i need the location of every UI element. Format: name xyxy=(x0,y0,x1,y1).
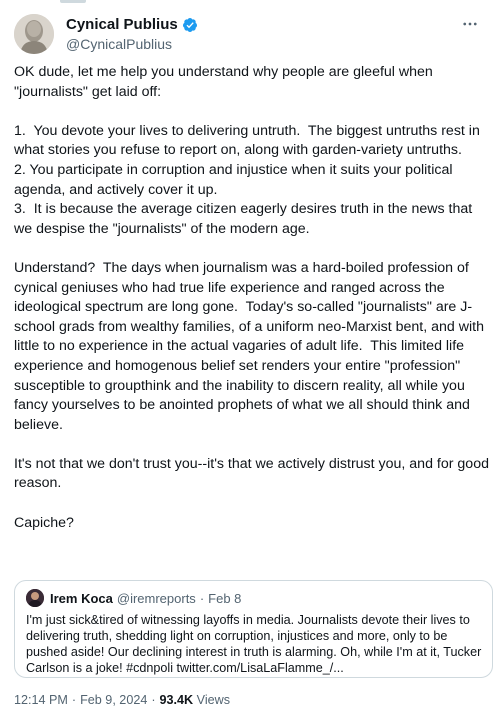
quoted-author-name[interactable]: Irem Koca xyxy=(50,590,113,607)
views-label: Views xyxy=(196,693,231,707)
meta-separator: · xyxy=(151,693,156,707)
tweet-paragraph: OK dude, let me help you understand why … xyxy=(14,64,437,100)
tweet-paragraph: 3. It is because the average citizen eag… xyxy=(14,201,477,237)
top-edge-mark xyxy=(60,0,86,3)
tweet-date[interactable]: Feb 9, 2024 xyxy=(80,693,147,707)
tweet-paragraph: It's not that we don't trust you--it's t… xyxy=(14,455,493,492)
top-edge xyxy=(0,0,499,6)
more-horizontal-icon[interactable] xyxy=(459,14,481,34)
tweet-time[interactable]: 12:14 PM xyxy=(14,693,68,707)
tweet-text: OK dude, let me help you understand why … xyxy=(14,63,492,533)
quoted-tweet-text: I'm just sick&tired of witnessing layoff… xyxy=(26,613,482,675)
quoted-tweet-card[interactable]: Irem Koca @iremreports · Feb 8 I'm just … xyxy=(14,580,493,678)
quoted-author-handle[interactable]: @iremreports xyxy=(117,590,196,607)
author-display-name[interactable]: Cynical Publius xyxy=(66,16,178,34)
tweet-paragraph: Understand? The days when journalism was… xyxy=(14,259,488,433)
author-handle[interactable]: @CynicalPublius xyxy=(66,35,198,53)
quoted-date[interactable]: Feb 8 xyxy=(208,590,241,607)
quoted-author-avatar[interactable] xyxy=(26,589,44,607)
tweet-paragraph: 1. You devote your lives to delivering u… xyxy=(14,122,484,159)
author-avatar[interactable] xyxy=(14,14,54,54)
meta-separator: · xyxy=(71,693,77,707)
tweet-header: Cynical Publius @CynicalPublius xyxy=(14,14,485,62)
tweet-meta: 12:14 PM · Feb 9, 2024 · 93.4K Views xyxy=(14,693,230,707)
bust-avatar-icon xyxy=(14,14,54,54)
quoted-separator: · xyxy=(199,590,205,606)
tweet-paragraph: Capiche? xyxy=(14,514,74,531)
tweet-paragraph: 2. You participate in corruption and inj… xyxy=(14,161,457,198)
views-count: 93.4K xyxy=(159,693,194,707)
verified-badge-icon xyxy=(182,18,197,32)
